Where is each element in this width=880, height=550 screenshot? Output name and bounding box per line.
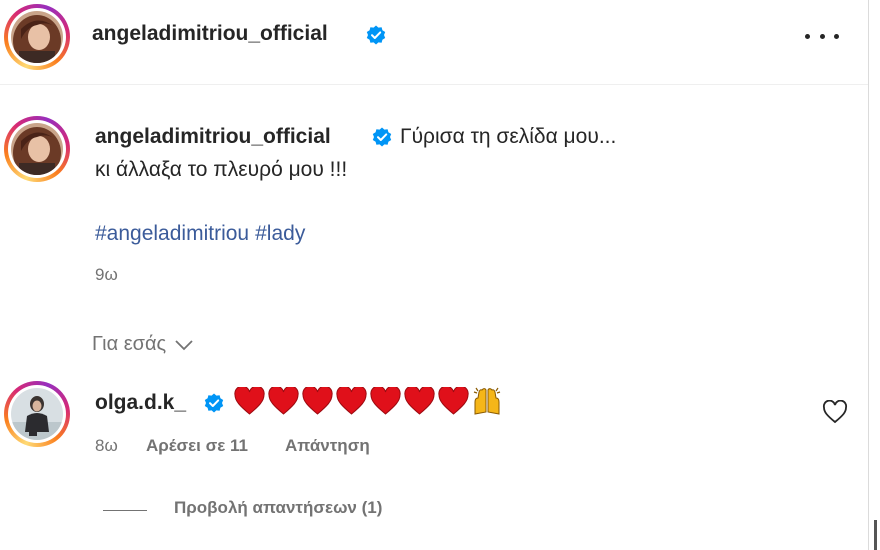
hashtag-list: #angeladimitriou #lady xyxy=(95,222,311,246)
red-heart-icon xyxy=(268,387,299,415)
red-heart-icon xyxy=(336,387,367,415)
commenter-username[interactable]: olga.d.k_ xyxy=(95,391,186,415)
red-heart-icon xyxy=(234,387,265,415)
verified-badge-icon xyxy=(204,393,224,413)
raising-hands-icon xyxy=(473,387,501,415)
replies-divider xyxy=(103,510,147,511)
for-you-label: Για εσάς xyxy=(92,333,167,355)
chevron-down-icon xyxy=(175,339,193,350)
header-username[interactable]: angeladimitriou_official xyxy=(92,22,328,46)
post-age: 9ω xyxy=(95,265,118,284)
window-edge-mark xyxy=(874,520,877,550)
red-heart-icon xyxy=(438,387,469,415)
caption-username[interactable]: angeladimitriou_official xyxy=(95,125,331,149)
post-header: angeladimitriou_official xyxy=(0,0,868,85)
more-dots-icon xyxy=(805,33,810,39)
author-avatar[interactable] xyxy=(4,4,70,70)
red-heart-icon xyxy=(302,387,333,415)
red-heart-icon xyxy=(370,387,401,415)
window-edge xyxy=(868,0,880,550)
commenter-avatar[interactable] xyxy=(4,381,70,447)
caption-line-2: κι άλλαξα το πλευρό μου !!! xyxy=(95,158,348,181)
heart-outline-icon[interactable] xyxy=(822,400,848,424)
post-panel: angeladimitriou_official angeladimitriou… xyxy=(0,0,868,550)
verified-badge-icon xyxy=(372,127,392,147)
verified-badge-icon xyxy=(366,25,386,45)
comment-age: 8ω xyxy=(95,436,118,455)
view-replies-button[interactable]: Προβολή απαντήσεων (1) xyxy=(174,498,382,518)
reply-button[interactable]: Απάντηση xyxy=(285,436,370,456)
caption-avatar[interactable] xyxy=(4,116,70,182)
caption-line-1: Γύρισα τη σελίδα μου... xyxy=(400,125,617,148)
more-options-button[interactable] xyxy=(805,24,839,48)
comment-likes[interactable]: Αρέσει σε 11 xyxy=(146,436,248,456)
comment-emoji xyxy=(234,386,502,416)
hashtag-link[interactable]: #angeladimitriou xyxy=(95,222,249,245)
hashtag-link[interactable]: #lady xyxy=(255,222,305,245)
for-you-filter[interactable]: Για εσάς xyxy=(92,333,194,356)
red-heart-icon xyxy=(404,387,435,415)
